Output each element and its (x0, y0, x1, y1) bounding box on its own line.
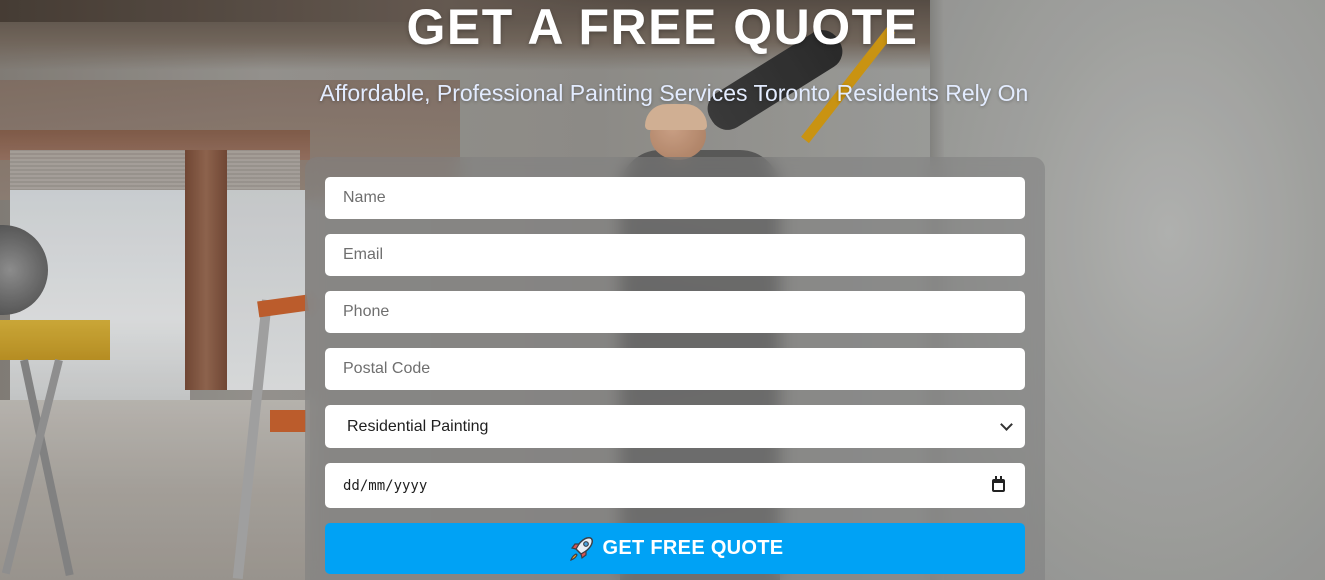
get-free-quote-button[interactable]: GET FREE QUOTE (325, 523, 1025, 574)
name-input[interactable]: Name (325, 177, 1025, 219)
email-placeholder: Email (343, 246, 384, 263)
date-placeholder: dd/mm/yyyy (343, 477, 428, 494)
email-input[interactable]: Email (325, 234, 1025, 276)
page-title: GET A FREE QUOTE (406, 0, 919, 55)
service-select-value: Residential Painting (347, 417, 489, 435)
page-subtitle: Affordable, Professional Painting Servic… (319, 80, 1029, 106)
phone-placeholder: Phone (343, 303, 390, 320)
service-select[interactable]: Residential Painting (325, 405, 1025, 448)
calendar-icon[interactable] (992, 476, 1005, 492)
postal-code-input[interactable]: Postal Code (325, 348, 1025, 390)
chevron-down-icon (1000, 418, 1013, 431)
rocket-icon (569, 536, 593, 561)
quote-hero: GET A FREE QUOTE Affordable, Professiona… (0, 0, 1325, 580)
phone-input[interactable]: Phone (325, 291, 1025, 333)
postal-code-placeholder: Postal Code (343, 360, 431, 377)
submit-label: GET FREE QUOTE (602, 537, 784, 559)
quote-form: Name Email Phone Postal Code Residential… (305, 157, 1045, 580)
date-input[interactable]: dd/mm/yyyy (325, 463, 1025, 508)
name-placeholder: Name (343, 189, 386, 206)
